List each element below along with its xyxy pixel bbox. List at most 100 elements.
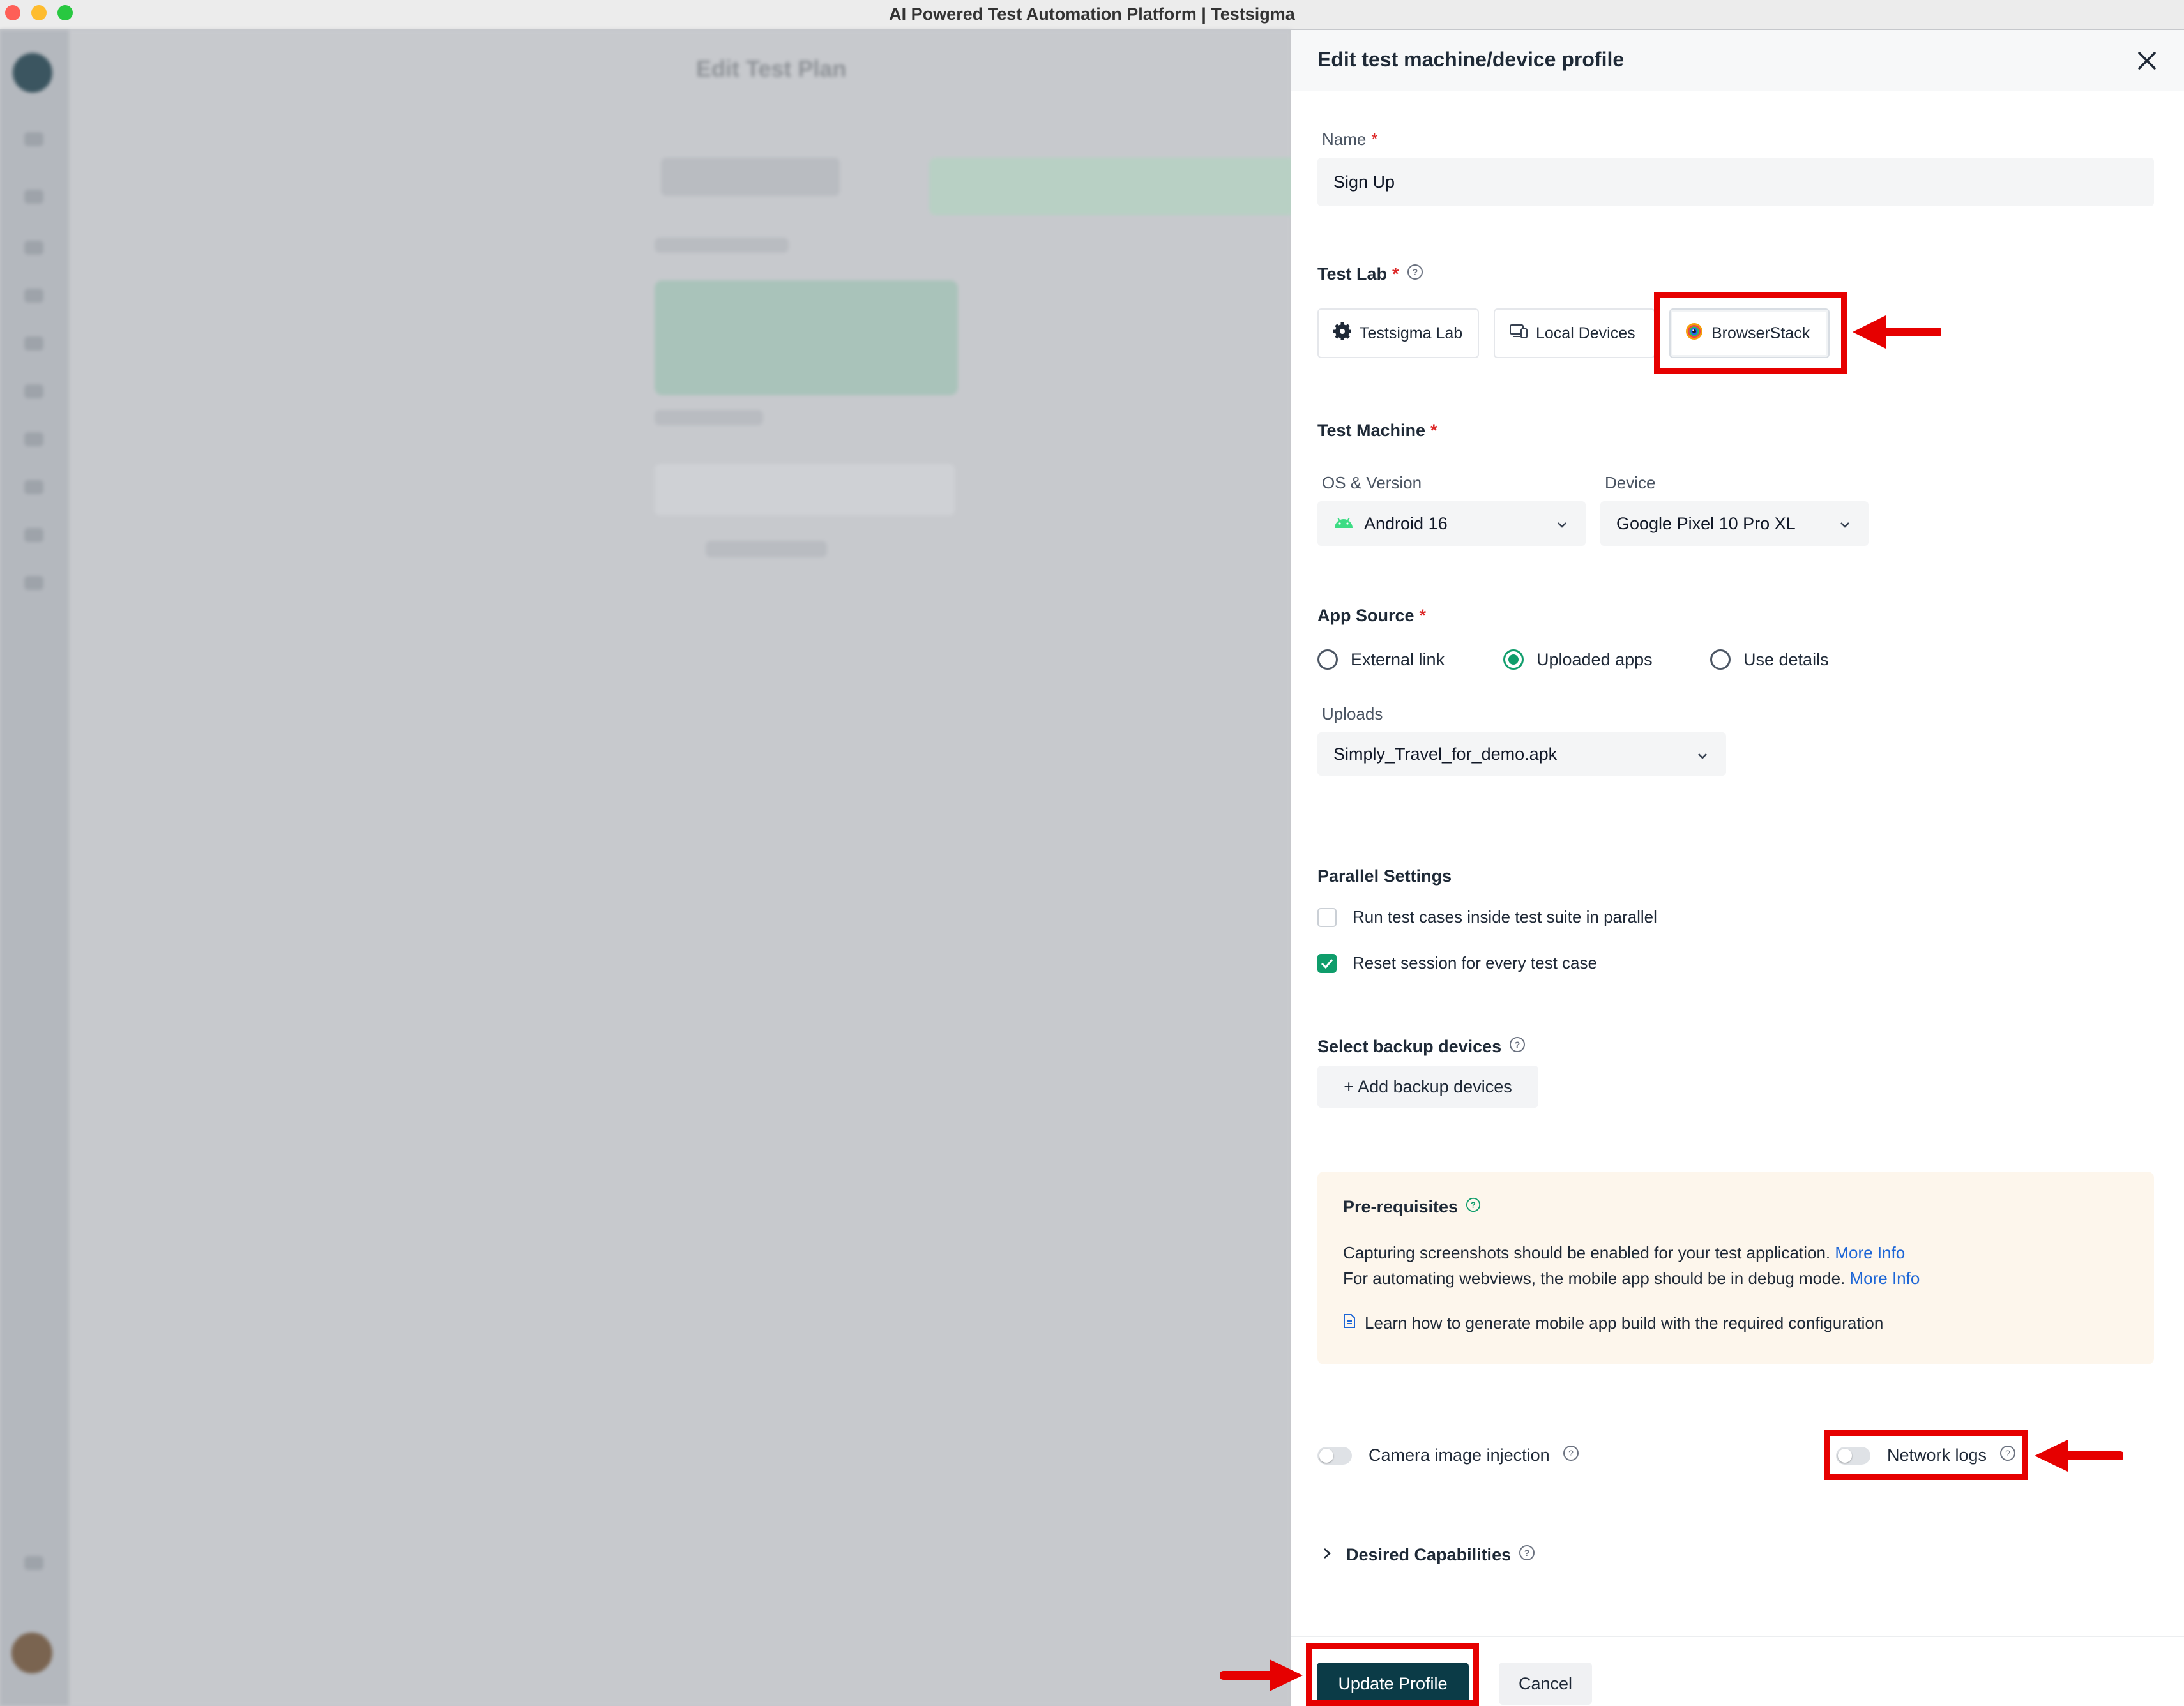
camera-injection-label: Camera image injection [1369, 1446, 1550, 1465]
drawer-title: Edit test machine/device profile [1317, 48, 1625, 71]
sidebar-item[interactable] [24, 528, 43, 542]
radio-uploaded-apps[interactable]: Uploaded apps [1503, 649, 1653, 670]
camera-injection-toggle[interactable] [1317, 1446, 1352, 1465]
sidebar-item[interactable] [24, 384, 43, 398]
background-app: Edit Test Plan [0, 30, 1312, 1706]
uploads-value: Simply_Travel_for_demo.apk [1333, 744, 1558, 764]
name-field[interactable]: Sign Up [1317, 158, 2154, 206]
network-logs-toggle[interactable] [1836, 1446, 1870, 1465]
test-machines-heading [655, 238, 789, 253]
question-icon[interactable]: ? [1466, 1197, 1481, 1217]
sidebar-item[interactable] [24, 576, 43, 590]
radio-button[interactable] [1710, 649, 1731, 670]
cancel-button[interactable]: Cancel [1499, 1663, 1592, 1705]
more-info-link[interactable]: More Info [1850, 1269, 1920, 1288]
close-icon[interactable] [2133, 47, 2161, 75]
svg-text:?: ? [1412, 267, 1418, 277]
prerequisite-line: For automating webviews, the mobile app … [1343, 1269, 1920, 1288]
window-controls [5, 5, 73, 20]
tab-basic-details[interactable] [661, 158, 840, 196]
network-logs-label: Network logs [1887, 1446, 1987, 1465]
learn-build-link[interactable]: Learn how to generate mobile app build w… [1343, 1313, 1883, 1333]
tab-add-test-suites[interactable] [929, 158, 1312, 215]
sidebar-item[interactable] [24, 132, 43, 146]
svg-text:?: ? [2005, 1448, 2010, 1458]
help-icon[interactable] [24, 1556, 43, 1570]
sidebar-item[interactable] [24, 480, 43, 494]
machine-card[interactable] [655, 280, 958, 395]
os-version-select[interactable]: Android 16 [1317, 501, 1586, 546]
android-icon [1333, 514, 1354, 534]
list-item[interactable] [706, 541, 827, 557]
question-icon[interactable]: ? [1999, 1445, 2016, 1466]
camera-injection-row: Camera image injection ? [1317, 1445, 1579, 1466]
question-icon[interactable]: ? [1563, 1445, 1579, 1466]
test-lab-browserstack[interactable]: BrowserStack [1669, 308, 1830, 358]
edit-profile-drawer: Edit test machine/device profile Name * S… [1291, 30, 2184, 1706]
checkbox[interactable] [1317, 953, 1337, 973]
backup-devices-label: Select backup devices ? [1317, 1036, 1526, 1057]
search-input[interactable] [655, 464, 955, 515]
chevron-down-icon [1695, 748, 1710, 767]
radio-label: External link [1351, 649, 1445, 669]
checkbox-label: Reset session for every test case [1353, 953, 1597, 972]
sidebar-item[interactable] [24, 432, 43, 446]
test-lab-option-label: Local Devices [1536, 324, 1635, 342]
prerequisites-title: Pre-requisites ? [1343, 1197, 1481, 1217]
sidebar-item[interactable] [24, 190, 43, 204]
drawer-header: Edit test machine/device profile [1291, 30, 2184, 91]
document-icon [1343, 1313, 1356, 1333]
add-backup-devices-button[interactable]: + Add backup devices [1317, 1066, 1538, 1108]
more-info-link[interactable]: More Info [1835, 1243, 1905, 1262]
question-icon[interactable]: ? [1509, 1036, 1526, 1057]
test-suites-heading [655, 410, 763, 425]
checkbox-label: Run test cases inside test suite in para… [1353, 907, 1657, 926]
devices-icon [1509, 322, 1528, 345]
avatar[interactable] [11, 1633, 52, 1673]
maximize-window-button[interactable] [57, 5, 73, 20]
device-select[interactable]: Google Pixel 10 Pro XL [1600, 501, 1869, 546]
minimize-window-button[interactable] [31, 5, 47, 20]
drawer-footer: Update Profile Cancel [1291, 1636, 2184, 1706]
parallel-settings-label: Parallel Settings [1317, 866, 1452, 886]
sidebar [0, 30, 69, 1706]
gear-icon [1333, 322, 1352, 345]
radio-external-link[interactable]: External link [1317, 649, 1445, 670]
radio-button[interactable] [1503, 649, 1524, 670]
question-icon[interactable]: ? [1407, 264, 1423, 285]
chevron-right-icon [1322, 1545, 1332, 1565]
chevron-down-icon [1838, 517, 1852, 536]
sidebar-item[interactable] [24, 289, 43, 303]
radio-label: Uploaded apps [1536, 649, 1653, 669]
uploads-select[interactable]: Simply_Travel_for_demo.apk [1317, 732, 1726, 776]
test-lab-testsigma[interactable]: Testsigma Lab [1317, 308, 1479, 358]
radio-use-details[interactable]: Use details [1710, 649, 1829, 670]
window-title: AI Powered Test Automation Platform | Te… [889, 4, 1295, 24]
reset-session-checkbox[interactable]: Reset session for every test case [1317, 953, 1597, 973]
page-title: Edit Test Plan [696, 56, 847, 82]
uploads-label: Uploads [1322, 704, 1383, 723]
name-label: Name * [1322, 130, 1378, 149]
sidebar-item[interactable] [24, 336, 43, 351]
checkbox[interactable] [1317, 907, 1337, 927]
os-version-value: Android 16 [1364, 513, 1448, 533]
radio-button[interactable] [1317, 649, 1338, 670]
update-profile-button[interactable]: Update Profile [1317, 1663, 1469, 1705]
test-lab-option-label: BrowserStack [1711, 324, 1810, 342]
os-version-label: OS & Version [1322, 473, 1422, 492]
svg-text:?: ? [1568, 1448, 1574, 1458]
desired-capabilities-toggle[interactable]: Desired Capabilities ? [1322, 1544, 1535, 1566]
question-icon[interactable]: ? [1519, 1544, 1535, 1566]
svg-text:?: ? [1524, 1548, 1530, 1558]
prerequisites-panel: Pre-requisites ? Capturing screenshots s… [1317, 1172, 2154, 1364]
svg-text:?: ? [1471, 1200, 1476, 1210]
sidebar-item[interactable] [24, 241, 43, 255]
close-window-button[interactable] [5, 5, 20, 20]
browserstack-icon [1685, 322, 1704, 345]
app-source-label: App Source * [1317, 606, 1427, 625]
check-icon [1321, 958, 1333, 969]
run-parallel-checkbox[interactable]: Run test cases inside test suite in para… [1317, 907, 1657, 927]
radio-label: Use details [1743, 649, 1829, 669]
test-lab-local-devices[interactable]: Local Devices [1494, 308, 1655, 358]
test-machine-label: Test Machine * [1317, 421, 1437, 440]
